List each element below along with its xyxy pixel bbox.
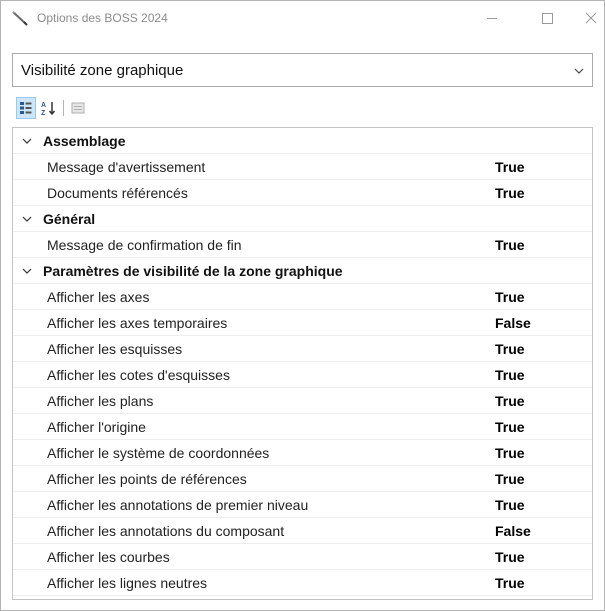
property-value[interactable]: True <box>495 367 525 383</box>
property-grid: Assemblage Message d'avertissement True … <box>12 127 593 600</box>
options-category-select[interactable]: Visibilité zone graphique <box>12 53 593 87</box>
category-label: Général <box>43 210 96 227</box>
category-row-assemblage[interactable]: Assemblage <box>13 128 592 154</box>
maximize-button[interactable] <box>524 1 570 35</box>
property-name: Afficher les annotations du composant <box>47 522 285 539</box>
category-label: Assemblage <box>43 132 126 149</box>
property-row[interactable]: Afficher les axes temporaires False <box>13 310 592 336</box>
window-title: Options des BOSS 2024 <box>37 11 168 25</box>
categorized-view-button[interactable] <box>16 97 36 119</box>
category-row-visibility[interactable]: Paramètres de visibilité de la zone grap… <box>13 258 592 284</box>
property-name: Afficher l'origine <box>47 418 146 435</box>
property-pages-icon <box>71 102 85 114</box>
property-value[interactable]: True <box>495 549 525 565</box>
property-row[interactable]: Afficher les cotes d'esquisses True <box>13 362 592 388</box>
alphabetical-sort-icon: A Z <box>41 102 56 116</box>
categorized-view-icon <box>20 102 32 114</box>
property-name: Afficher les axes temporaires <box>47 314 228 331</box>
property-name: Afficher les plans <box>47 392 154 409</box>
chevron-down-icon <box>574 68 584 74</box>
property-row[interactable]: Documents référencés True <box>13 180 592 206</box>
property-row[interactable]: Afficher l'origine True <box>13 414 592 440</box>
property-row[interactable]: Message d'avertissement True <box>13 154 592 180</box>
property-value[interactable]: True <box>495 341 525 357</box>
property-value[interactable]: True <box>495 471 525 487</box>
property-name: Afficher les esquisses <box>47 340 183 357</box>
property-row[interactable]: Afficher les points de références True <box>13 466 592 492</box>
toolbar-separator <box>63 100 64 116</box>
close-button[interactable] <box>568 1 605 35</box>
select-value: Visibilité zone graphique <box>21 62 184 79</box>
property-toolbar: A Z <box>12 97 212 121</box>
property-row[interactable]: Afficher les plans True <box>13 388 592 414</box>
alphabetical-sort-button[interactable]: A Z <box>39 97 59 119</box>
property-row[interactable]: Afficher les lignes neutres True <box>13 570 592 596</box>
minimize-icon <box>487 17 497 19</box>
property-pages-button[interactable] <box>68 97 88 119</box>
property-name: Message d'avertissement <box>47 158 206 175</box>
property-value[interactable]: True <box>495 497 525 513</box>
property-value[interactable]: False <box>495 315 531 331</box>
property-row[interactable]: Afficher les axes True <box>13 284 592 310</box>
property-name: Afficher le système de coordonnées <box>47 444 270 461</box>
property-name: Documents référencés <box>47 184 188 201</box>
property-row[interactable]: Afficher les annotations du composant Fa… <box>13 518 592 544</box>
property-value[interactable]: True <box>495 159 525 175</box>
property-name: Afficher les points de références <box>47 470 247 487</box>
property-value[interactable]: True <box>495 289 525 305</box>
chevron-down-icon[interactable] <box>22 136 32 146</box>
property-value[interactable]: True <box>495 445 525 461</box>
pencil-icon <box>11 10 29 26</box>
svg-text:Z: Z <box>41 110 46 116</box>
close-icon <box>585 12 597 24</box>
svg-text:A: A <box>41 102 46 109</box>
property-value[interactable]: False <box>495 523 531 539</box>
property-row[interactable]: Afficher le système de coordonnées True <box>13 440 592 466</box>
property-name: Afficher les lignes neutres <box>47 574 208 591</box>
property-row[interactable]: Message de confirmation de fin True <box>13 232 592 258</box>
property-value[interactable]: True <box>495 237 525 253</box>
chevron-down-icon[interactable] <box>22 214 32 224</box>
property-name: Afficher les cotes d'esquisses <box>47 366 230 383</box>
property-value[interactable]: True <box>495 419 525 435</box>
minimize-button[interactable] <box>469 1 515 35</box>
category-label: Paramètres de visibilité de la zone grap… <box>43 262 343 279</box>
property-name: Afficher les axes <box>47 288 150 305</box>
property-name: Message de confirmation de fin <box>47 236 242 253</box>
property-name: Afficher les annotations de premier nive… <box>47 496 309 513</box>
property-value[interactable]: True <box>495 575 525 591</box>
options-window: Options des BOSS 2024 Visibilité zone gr… <box>0 0 605 611</box>
property-value[interactable]: True <box>495 185 525 201</box>
property-value[interactable]: True <box>495 393 525 409</box>
maximize-icon <box>541 12 553 24</box>
property-row[interactable]: Afficher les annotations de premier nive… <box>13 492 592 518</box>
property-name: Afficher les courbes <box>47 548 170 565</box>
title-bar[interactable]: Options des BOSS 2024 <box>1 1 604 35</box>
property-row[interactable]: Afficher les courbes True <box>13 544 592 570</box>
property-row[interactable]: Afficher les esquisses True <box>13 336 592 362</box>
category-row-general[interactable]: Général <box>13 206 592 232</box>
chevron-down-icon[interactable] <box>22 266 32 276</box>
